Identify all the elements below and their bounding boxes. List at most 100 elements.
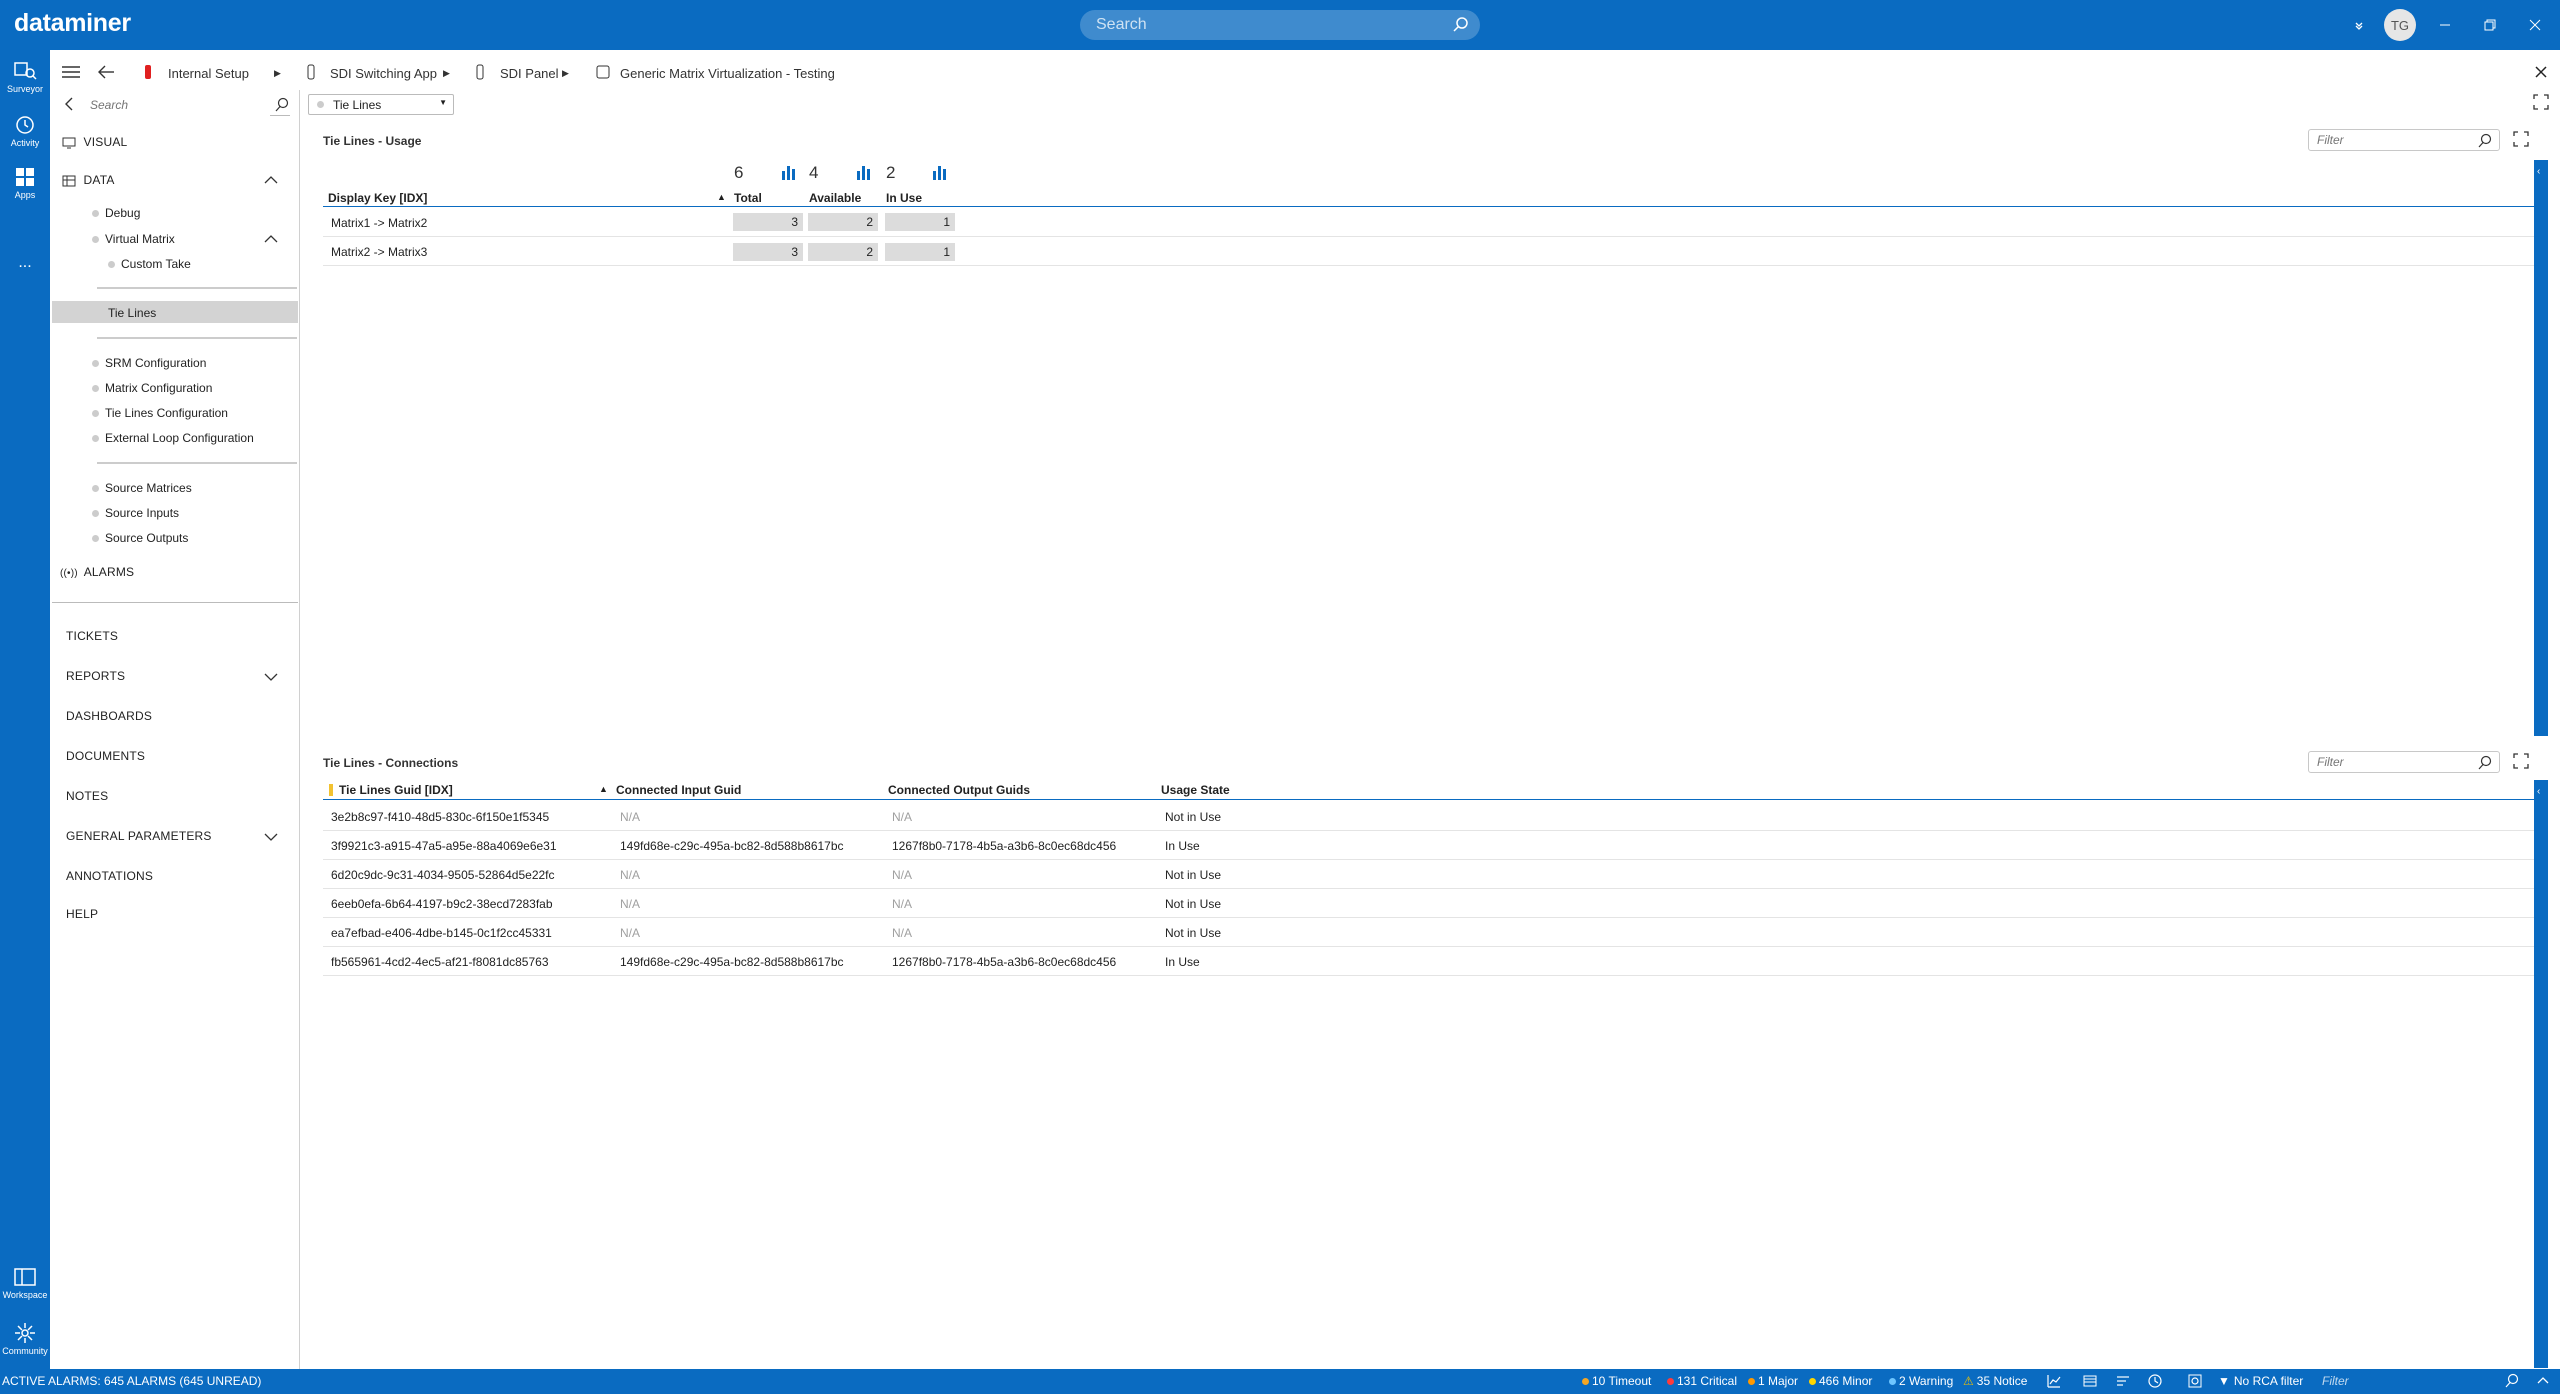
connections-filter-input[interactable] xyxy=(2317,754,2467,770)
column-header-total[interactable]: Total xyxy=(734,191,762,205)
panel-icon xyxy=(476,64,484,83)
sidebar-item-tie-lines-config[interactable]: Tie Lines Configuration xyxy=(92,406,228,420)
rail-apps[interactable]: Apps xyxy=(0,166,50,200)
more-icon[interactable]: ... xyxy=(0,254,50,272)
sidebar-data[interactable]: DATA xyxy=(62,173,115,187)
sidebar-tickets[interactable]: TICKETS xyxy=(66,629,118,643)
back-arrow-icon[interactable] xyxy=(97,64,115,83)
sidebar-item-external-loop-config[interactable]: External Loop Configuration xyxy=(92,431,254,445)
rail-community[interactable]: Community xyxy=(0,1322,50,1356)
sidebar-item-source-matrices[interactable]: Source Matrices xyxy=(92,481,192,495)
sidebar-item-tie-lines[interactable]: Tie Lines xyxy=(108,306,156,320)
bar-chart-icon[interactable] xyxy=(781,165,797,183)
sidebar-alarms[interactable]: ((•)) ALARMS xyxy=(60,565,134,579)
column-header-connected-input[interactable]: Connected Input Guid xyxy=(616,783,741,797)
sidebar-item-virtual-matrix[interactable]: Virtual Matrix xyxy=(92,232,175,246)
chevron-up-icon[interactable] xyxy=(264,233,278,247)
expand-icon[interactable] xyxy=(2513,753,2529,772)
sidebar-item-source-outputs[interactable]: Source Outputs xyxy=(92,531,188,545)
connections-filter[interactable] xyxy=(2308,751,2500,773)
user-avatar[interactable]: TG xyxy=(2384,9,2416,41)
sidebar-annotations[interactable]: ANNOTATIONS xyxy=(66,869,153,883)
expand-icon[interactable] xyxy=(2513,131,2529,150)
sort-lines-icon[interactable] xyxy=(2116,1374,2130,1391)
sidebar-visual[interactable]: VISUAL xyxy=(62,135,127,149)
settings-icon[interactable] xyxy=(2188,1374,2202,1391)
bar-chart-icon[interactable] xyxy=(932,165,948,183)
expand-icon[interactable] xyxy=(2533,94,2549,113)
sidebar-search-input[interactable] xyxy=(90,94,270,116)
chevron-right-icon[interactable]: ▶ xyxy=(274,68,281,79)
column-header-in-use[interactable]: In Use xyxy=(886,191,922,205)
breadcrumb-item-internal-setup[interactable]: Internal Setup xyxy=(168,66,249,81)
chevron-right-icon[interactable]: ▶ xyxy=(562,68,569,79)
rail-activity[interactable]: Activity xyxy=(0,114,50,148)
hamburger-icon[interactable] xyxy=(62,64,80,83)
sidebar-documents[interactable]: DOCUMENTS xyxy=(66,749,145,763)
chevron-up-icon[interactable] xyxy=(2536,1373,2550,1390)
column-header-available[interactable]: Available xyxy=(809,191,861,205)
sidebar-search[interactable] xyxy=(90,94,290,116)
sidebar-item-matrix-config[interactable]: Matrix Configuration xyxy=(92,381,212,395)
dropdown-arrow-icon[interactable]: ▼ xyxy=(439,98,447,107)
breadcrumb-item-generic-matrix[interactable]: Generic Matrix Virtualization - Testing xyxy=(620,66,835,81)
sidebar-help[interactable]: HELP xyxy=(66,907,98,921)
search-icon[interactable] xyxy=(274,97,290,116)
active-alarms-text[interactable]: ACTIVE ALARMS: 645 ALARMS (645 UNREAD) xyxy=(2,1374,261,1388)
rail-surveyor[interactable]: Surveyor xyxy=(0,60,50,94)
alarm-warning-count[interactable]: 2 Warning xyxy=(1889,1374,1953,1388)
alarm-notice-count[interactable]: ⚠ 35 Notice xyxy=(1963,1374,2027,1388)
clock-icon[interactable] xyxy=(2148,1374,2162,1391)
chevron-down-icon[interactable] xyxy=(264,671,278,685)
alarm-minor-count[interactable]: 466 Minor xyxy=(1809,1374,1872,1388)
rail-workspace[interactable]: Workspace xyxy=(0,1266,50,1300)
chevron-left-icon[interactable]: ‹ xyxy=(2537,786,2540,797)
chevron-down-icon[interactable] xyxy=(264,831,278,845)
alarm-critical-count[interactable]: 131 Critical xyxy=(1667,1374,1737,1388)
chevron-down-icon[interactable] xyxy=(2347,13,2371,37)
breadcrumb-item-sdi-switching-app[interactable]: SDI Switching App xyxy=(330,66,437,81)
usage-filter[interactable] xyxy=(2308,129,2500,151)
app-logo[interactable]: dataminer xyxy=(14,9,131,38)
alarm-timeout-count[interactable]: 10 Timeout xyxy=(1582,1374,1651,1388)
search-icon[interactable] xyxy=(2504,1373,2520,1392)
page-selector[interactable]: Tie Lines ▼ xyxy=(308,94,454,115)
close-icon[interactable] xyxy=(2534,65,2548,82)
alarm-major-count[interactable]: 1 Major xyxy=(1748,1374,1798,1388)
search-icon[interactable] xyxy=(2477,133,2493,152)
sidebar-item-srm-config[interactable]: SRM Configuration xyxy=(92,356,206,370)
bar-chart-icon[interactable] xyxy=(856,165,872,183)
sidebar-item-source-inputs[interactable]: Source Inputs xyxy=(92,506,179,520)
restore-icon[interactable] xyxy=(2478,13,2502,37)
close-window-icon[interactable] xyxy=(2523,13,2547,37)
breadcrumb-item-sdi-panel[interactable]: SDI Panel xyxy=(500,66,559,81)
column-header-tie-lines-guid[interactable]: Tie Lines Guid [IDX] xyxy=(339,783,453,797)
search-icon[interactable] xyxy=(1452,16,1470,37)
usage-filter-input[interactable] xyxy=(2317,132,2467,148)
global-search[interactable] xyxy=(1080,10,1480,40)
sort-ascending-icon[interactable]: ▲ xyxy=(717,192,726,202)
sidebar-general-parameters[interactable]: GENERAL PARAMETERS xyxy=(66,829,212,843)
side-panel-toggle[interactable]: ‹ xyxy=(2534,160,2548,736)
chevron-right-icon[interactable]: ▶ xyxy=(443,68,450,79)
sidebar-notes[interactable]: NOTES xyxy=(66,789,108,803)
column-header-usage-state[interactable]: Usage State xyxy=(1161,783,1230,797)
minimize-icon[interactable] xyxy=(2433,13,2457,37)
status-filter-input[interactable]: Filter xyxy=(2322,1374,2349,1388)
sort-ascending-icon[interactable]: ▲ xyxy=(599,784,608,794)
chevron-left-icon[interactable]: ‹ xyxy=(2537,166,2540,177)
chevron-up-icon[interactable] xyxy=(264,174,278,188)
trend-icon[interactable] xyxy=(2047,1374,2061,1391)
sidebar-dashboards[interactable]: DASHBOARDS xyxy=(66,709,152,723)
back-chevron-icon[interactable] xyxy=(64,97,74,114)
sidebar-item-debug[interactable]: Debug xyxy=(92,206,140,220)
sidebar-reports[interactable]: REPORTS xyxy=(66,669,125,683)
search-icon[interactable] xyxy=(2477,755,2493,774)
list-view-icon[interactable] xyxy=(2083,1374,2097,1391)
global-search-input[interactable] xyxy=(1096,10,1426,40)
sidebar-item-custom-take[interactable]: Custom Take xyxy=(108,257,191,271)
side-panel-toggle[interactable]: ‹ xyxy=(2534,780,2548,1368)
rca-filter[interactable]: ▼ No RCA filter xyxy=(2218,1374,2303,1388)
column-header-connected-output[interactable]: Connected Output Guids xyxy=(888,783,1030,797)
column-header-display-key[interactable]: Display Key [IDX] xyxy=(328,191,427,205)
